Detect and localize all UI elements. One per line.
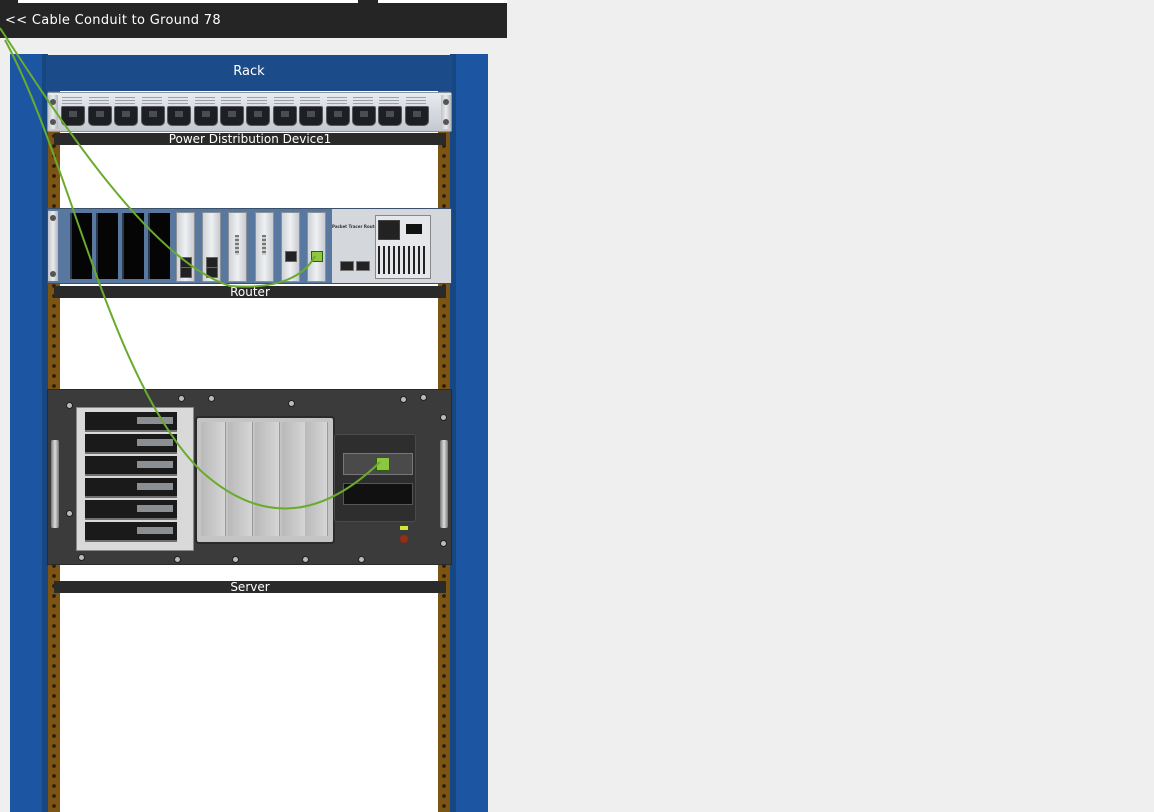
power-outlet-11[interactable] <box>325 97 350 127</box>
screw-icon <box>302 556 309 563</box>
screw-icon <box>78 554 85 561</box>
power-outlet-2[interactable] <box>87 97 112 127</box>
power-distribution-device[interactable] <box>47 92 452 132</box>
server-module-3[interactable] <box>255 422 280 536</box>
rack-post-left <box>10 54 48 812</box>
power-outlet-10[interactable] <box>298 97 323 127</box>
pdu-mount-right <box>441 95 451 129</box>
router-module-serial-2[interactable] <box>255 212 274 282</box>
router-power-supply[interactable] <box>375 215 431 279</box>
drive-bay-3[interactable] <box>85 456 177 476</box>
device-label-server: Server <box>54 581 446 593</box>
rack-title: Rack <box>46 55 452 91</box>
power-outlet-5[interactable] <box>166 97 191 127</box>
screw-icon <box>420 394 427 401</box>
screw-icon <box>174 556 181 563</box>
router-module-fiber-1[interactable] <box>176 212 195 282</box>
rack-post-right <box>450 54 488 812</box>
ethernet-port-icon[interactable] <box>376 457 390 471</box>
power-led <box>400 526 408 530</box>
router-module-fiber-2[interactable] <box>202 212 221 282</box>
server-handle-right <box>440 440 448 528</box>
screw-icon <box>358 556 365 563</box>
screw-icon <box>208 395 215 402</box>
screw-icon <box>178 395 185 402</box>
screw-icon <box>66 402 73 409</box>
power-outlet-9[interactable] <box>272 97 297 127</box>
pdu-mount-left <box>48 95 58 129</box>
power-outlet-14[interactable] <box>404 97 429 127</box>
screw-icon <box>232 556 239 563</box>
router-empty-slot-2[interactable] <box>96 213 118 279</box>
drive-bay-6[interactable] <box>85 522 177 542</box>
screw-icon <box>440 414 447 421</box>
router-module-serial-1[interactable] <box>228 212 247 282</box>
server-module-2[interactable] <box>228 422 253 536</box>
router-module-ethernet-1[interactable] <box>281 212 300 282</box>
server-handle-left <box>51 440 59 528</box>
power-socket-icon[interactable] <box>378 220 400 240</box>
screw-icon <box>288 400 295 407</box>
power-outlet-6[interactable] <box>193 97 218 127</box>
server-expansion-slot[interactable] <box>343 483 413 505</box>
router-model-label: Packet Tracer Router <box>332 224 380 229</box>
screw-icon <box>66 510 73 517</box>
vent-grill <box>378 246 428 274</box>
aux-port[interactable] <box>356 261 370 271</box>
server-module-1[interactable] <box>201 422 226 536</box>
device-label-router: Router <box>54 286 446 298</box>
power-outlet-7[interactable] <box>219 97 244 127</box>
power-outlet-4[interactable] <box>140 97 165 127</box>
device-label-pdu: Power Distribution Device1 <box>54 133 446 145</box>
router-empty-slot-3[interactable] <box>122 213 144 279</box>
server-nic[interactable] <box>343 453 413 475</box>
back-to-conduit-link[interactable]: << Cable Conduit to Ground 78 <box>5 13 221 28</box>
power-outlet-3[interactable] <box>113 97 138 127</box>
drive-bay-1[interactable] <box>85 412 177 432</box>
server-module-panel <box>195 416 335 544</box>
console-port[interactable] <box>340 261 354 271</box>
router-device[interactable]: Packet Tracer Router <box>47 208 452 284</box>
server-module-4[interactable] <box>282 422 307 536</box>
drive-bay-2[interactable] <box>85 434 177 454</box>
drive-bay-5[interactable] <box>85 500 177 520</box>
router-empty-slot-4[interactable] <box>148 213 170 279</box>
power-outlet-8[interactable] <box>245 97 270 127</box>
power-outlet-13[interactable] <box>377 97 402 127</box>
router-chassis-panel: Packet Tracer Router <box>332 209 451 283</box>
server-power-button[interactable] <box>400 535 408 543</box>
server-device[interactable] <box>47 389 452 565</box>
router-empty-slot-1[interactable] <box>70 213 92 279</box>
drive-cage <box>76 407 194 551</box>
drive-bay-4[interactable] <box>85 478 177 498</box>
power-outlet-12[interactable] <box>351 97 376 127</box>
power-switch[interactable] <box>406 224 422 234</box>
server-module-5[interactable] <box>305 422 328 536</box>
power-outlet-1[interactable] <box>60 97 85 127</box>
router-mount-left <box>48 211 58 281</box>
screw-icon <box>440 540 447 547</box>
toolbar-tab-left[interactable] <box>18 0 358 3</box>
toolbar-tab-right[interactable] <box>378 0 507 3</box>
server-io-panel <box>334 434 416 522</box>
screw-icon <box>400 396 407 403</box>
router-module-ethernet-2[interactable] <box>307 212 326 282</box>
